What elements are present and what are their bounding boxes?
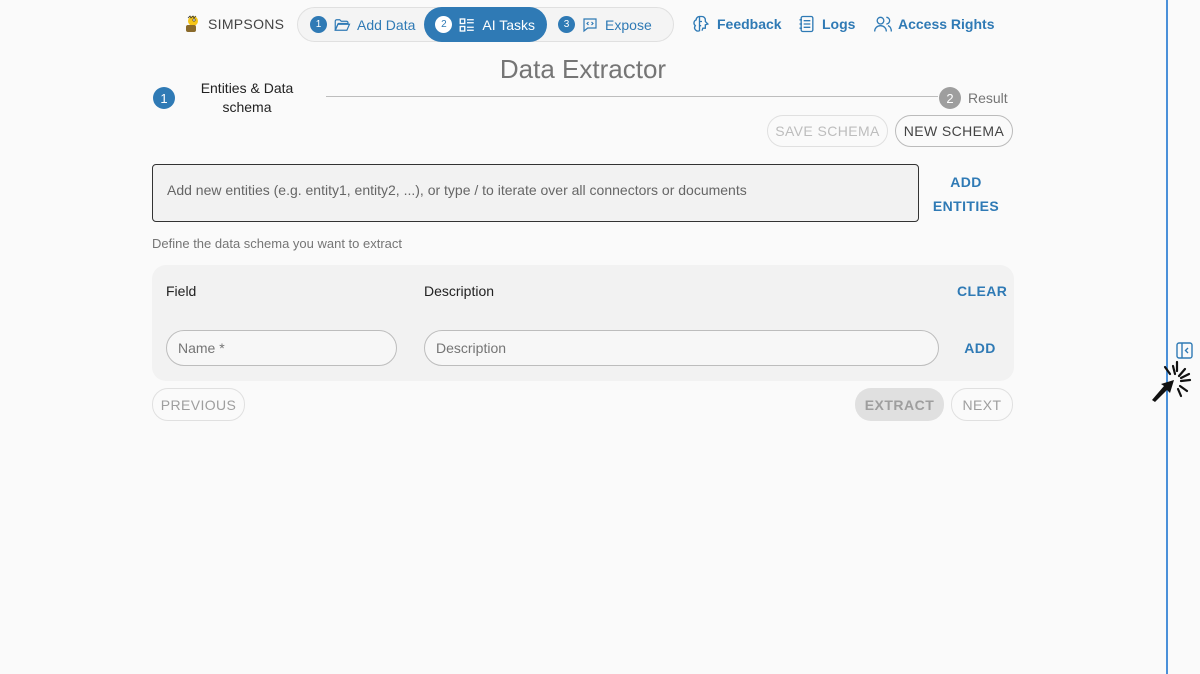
click-cursor-icon bbox=[1152, 360, 1192, 402]
new-schema-button[interactable]: NEW SCHEMA bbox=[895, 115, 1013, 147]
field-name-input[interactable]: Name * bbox=[166, 330, 397, 366]
access-rights-label: Access Rights bbox=[898, 16, 995, 32]
brain-icon bbox=[693, 15, 710, 32]
step-label: AI Tasks bbox=[482, 16, 536, 33]
step-label: Add Data bbox=[357, 16, 416, 33]
workflow-steps: 1 Add Data 2 AI Tasks 3 Expose bbox=[297, 7, 674, 42]
stepper-connector bbox=[326, 96, 938, 97]
column-header-field: Field bbox=[166, 283, 197, 299]
simpsons-logo-icon bbox=[186, 15, 198, 32]
step-add-data[interactable]: 1 Add Data bbox=[298, 8, 425, 41]
extract-button[interactable]: EXTRACT bbox=[855, 388, 944, 421]
logs-list-icon bbox=[799, 15, 814, 33]
step-expose[interactable]: 3 Expose bbox=[546, 8, 662, 41]
users-icon bbox=[874, 16, 892, 32]
add-entities-button[interactable]: ADD ENTITIES bbox=[930, 170, 1002, 218]
tasks-grid-icon bbox=[459, 17, 475, 32]
add-field-button[interactable]: ADD bbox=[962, 340, 998, 356]
save-schema-button[interactable]: SAVE SCHEMA bbox=[767, 115, 888, 147]
chat-code-icon bbox=[583, 17, 597, 32]
step-number: 3 bbox=[558, 16, 576, 33]
previous-button[interactable]: PREVIOUS bbox=[152, 388, 245, 421]
step-number: 1 bbox=[310, 16, 327, 33]
stepper-step-1-number: 1 bbox=[153, 87, 175, 109]
feedback-label: Feedback bbox=[717, 16, 782, 32]
logs-label: Logs bbox=[822, 16, 856, 32]
access-rights-link[interactable]: Access Rights bbox=[873, 14, 994, 34]
folder-open-icon bbox=[334, 18, 351, 31]
stepper-step-1-label: Entities & Data schema bbox=[200, 80, 294, 115]
step-ai-tasks[interactable]: 2 AI Tasks bbox=[424, 7, 548, 42]
feedback-link[interactable]: Feedback bbox=[692, 14, 782, 34]
page-title: Data Extractor bbox=[499, 54, 667, 84]
brand-name: SIMPSONS bbox=[208, 16, 285, 32]
step-number: 2 bbox=[435, 16, 453, 33]
brand[interactable]: SIMPSONS bbox=[182, 14, 284, 34]
field-description-input[interactable]: Description bbox=[424, 330, 939, 366]
step-label: Expose bbox=[605, 16, 652, 33]
next-button[interactable]: NEXT bbox=[951, 388, 1013, 421]
schema-hint: Define the data schema you want to extra… bbox=[152, 236, 403, 251]
column-header-description: Description bbox=[424, 283, 495, 299]
entities-input[interactable]: Add new entities (e.g. entity1, entity2,… bbox=[152, 164, 919, 222]
stepper-step-2-number: 2 bbox=[939, 87, 961, 109]
side-panel-border bbox=[1166, 0, 1168, 674]
logs-link[interactable]: Logs bbox=[797, 14, 855, 34]
clear-button[interactable]: CLEAR bbox=[957, 283, 1007, 299]
stepper-step-2-label: Result bbox=[968, 90, 1008, 106]
